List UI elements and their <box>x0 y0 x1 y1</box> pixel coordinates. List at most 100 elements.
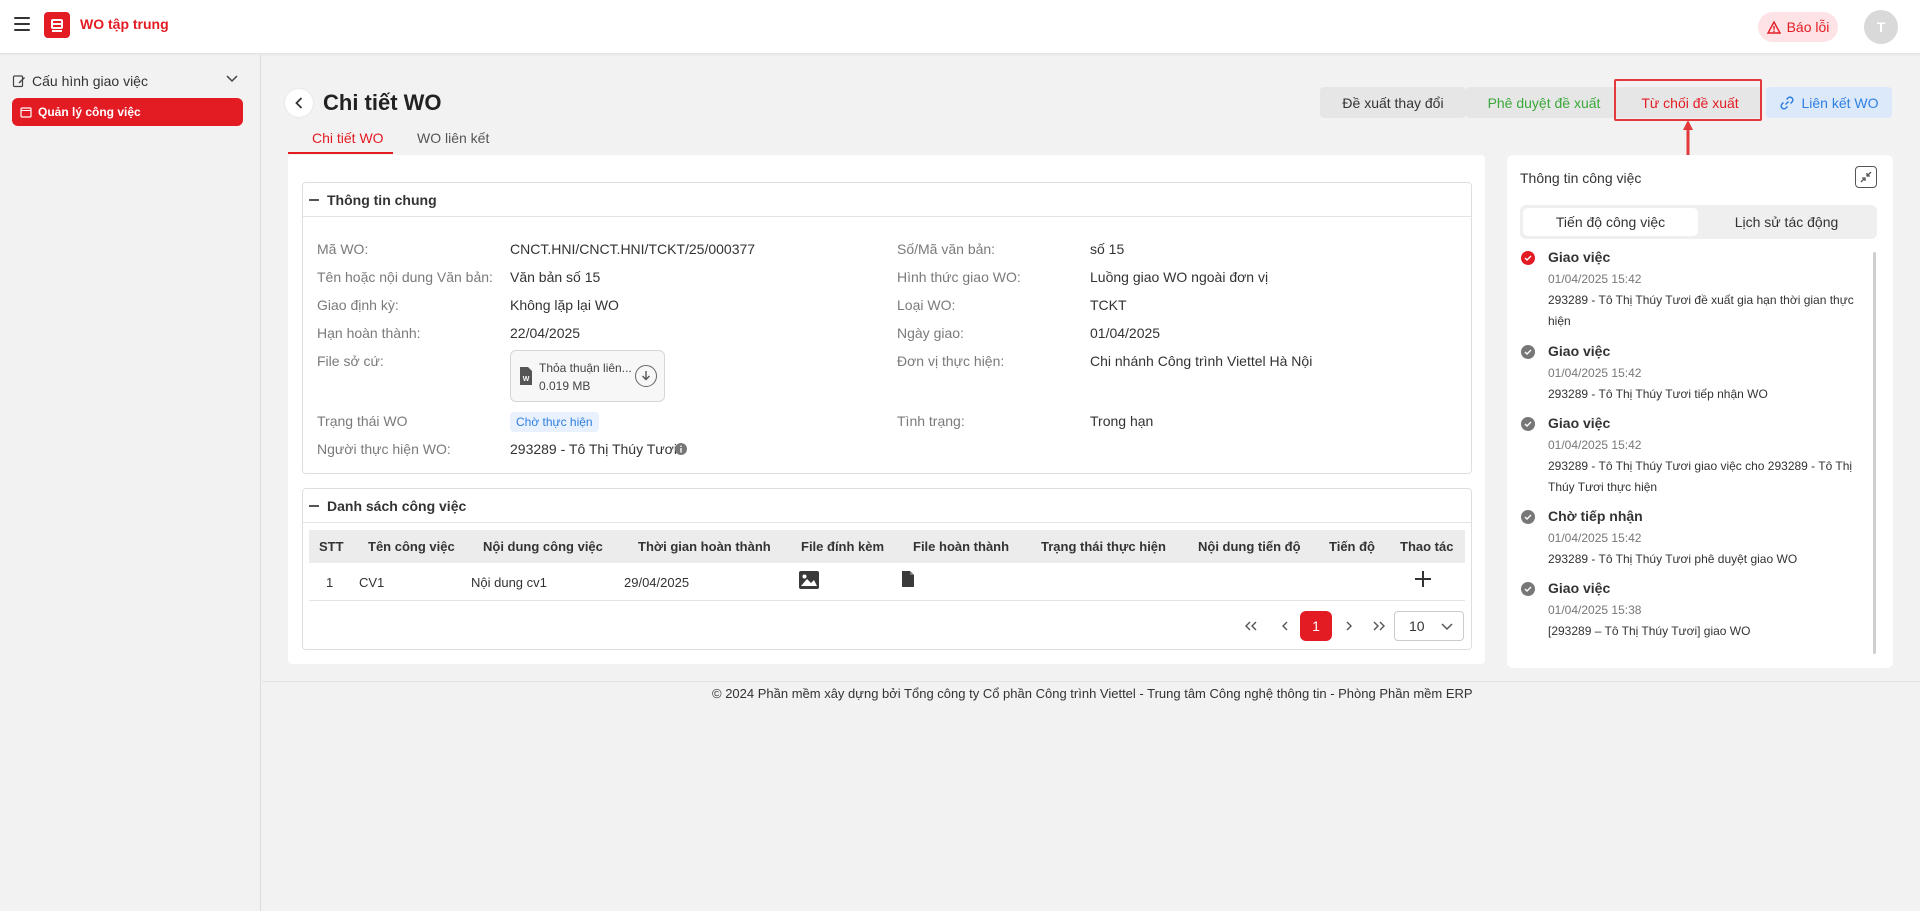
timeline-time: 01/04/2025 15:38 <box>1548 603 1642 617</box>
panel-scrollbar[interactable] <box>1873 252 1876 654</box>
column-header: File đính kèm <box>801 539 885 554</box>
info-label: Tên hoặc nội dung Văn bản: <box>317 269 493 285</box>
first-page-button[interactable] <box>1236 611 1266 641</box>
info-value-periodic: Không lặp lại WO <box>510 297 619 313</box>
section-title: Thông tin chung <box>327 191 437 208</box>
file-icon[interactable] <box>901 570 915 588</box>
user-avatar[interactable]: T <box>1864 10 1898 44</box>
info-label: Tình trạng: <box>897 413 965 429</box>
reject-proposal-button[interactable]: Từ chối đề xuất <box>1618 87 1762 118</box>
chevron-left-icon <box>295 97 303 109</box>
collapse-icon <box>309 198 319 201</box>
info-value-wo-code: CNCT.HNI/CNCT.HNI/TCKT/25/000377 <box>510 241 756 257</box>
footer-text: © 2024 Phần mềm xây dựng bởi Tổng công t… <box>712 686 1473 701</box>
info-value-assignee: 293289 - Tô Thị Thúy Tươi <box>510 441 677 457</box>
task-list-header[interactable]: Danh sách công việc <box>303 489 1471 523</box>
column-header: File hoàn thành <box>913 539 1010 554</box>
info-label: Đơn vị thực hiện: <box>897 353 1005 369</box>
check-circle-icon <box>1521 345 1535 359</box>
sidebar: Cấu hình giao việc Quản lý công việc <box>0 55 261 911</box>
info-label: Hạn hoàn thành: <box>317 325 421 341</box>
cell-stt: 1 <box>326 575 334 590</box>
section-title: Danh sách công việc <box>327 497 467 514</box>
page-size-select[interactable]: 10 <box>1394 611 1464 641</box>
tab-work-progress[interactable]: Tiến độ công việc <box>1523 208 1698 236</box>
top-header: WO tập trung Báo lỗi T <box>0 0 1920 54</box>
chevron-down-icon <box>226 75 238 83</box>
tab-linked-wo[interactable]: WO liên kết <box>417 130 489 146</box>
info-value-assign-date: 01/04/2025 <box>1090 325 1161 341</box>
file-size: 0.019 MB <box>539 379 591 393</box>
calendar-icon <box>20 107 32 118</box>
timeline-title: Giao việc <box>1548 580 1611 596</box>
info-icon[interactable] <box>675 443 687 455</box>
column-header: Nội dung tiến độ <box>1198 539 1301 554</box>
column-header: Nội dung công việc <box>483 539 603 554</box>
info-value-assign-type: Luồng giao WO ngoài đơn vị <box>1090 269 1269 285</box>
attachment-file[interactable]: W Thỏa thuận liên... 0.019 MB <box>510 350 665 402</box>
link-wo-button[interactable]: Liên kết WO <box>1766 87 1892 118</box>
timeline-desc: 293289 - Tô Thị Thúy Tươi giao việc cho … <box>1548 459 1853 494</box>
tab-action-history[interactable]: Lịch sử tác động <box>1699 208 1874 236</box>
download-icon[interactable] <box>635 365 657 387</box>
timeline-desc: 293289 - Tô Thị Thúy Tươi phê duyệt giao… <box>1548 552 1798 566</box>
info-value-doc-name: Văn bản số 15 <box>510 269 601 285</box>
footer-divider <box>262 681 1920 682</box>
timeline-time: 01/04/2025 15:42 <box>1548 366 1642 380</box>
wo-status-badge: Chờ thực hiện <box>510 412 599 432</box>
info-label: Số/Mã văn bản: <box>897 241 996 257</box>
propose-change-button[interactable]: Đề xuất thay đổi <box>1320 87 1466 118</box>
app-title: WO tập trung <box>80 16 169 32</box>
timeline-time: 01/04/2025 15:42 <box>1548 531 1642 545</box>
menu-icon[interactable] <box>14 17 30 31</box>
word-file-icon: W <box>520 367 532 385</box>
svg-text:W: W <box>523 376 530 383</box>
chevron-down-icon <box>1441 623 1453 631</box>
cell-task-content: Nội dung cv1 <box>471 575 547 590</box>
panel-title: Thông tin công việc <box>1520 170 1642 186</box>
cell-deadline: 29/04/2025 <box>624 575 690 590</box>
info-label: Mã WO: <box>317 241 369 257</box>
sidebar-item-task-management[interactable]: Quản lý công việc <box>12 98 243 126</box>
check-circle-icon <box>1521 251 1535 265</box>
check-circle-icon <box>1521 510 1535 524</box>
link-icon <box>1780 95 1795 110</box>
page-title: Chi tiết WO <box>323 90 442 115</box>
warning-icon <box>1766 20 1781 34</box>
collapse-panel-icon[interactable] <box>1855 166 1877 188</box>
info-value-doc-number: số 15 <box>1090 241 1125 257</box>
info-label: Loại WO: <box>897 297 956 313</box>
column-header: Tên công việc <box>368 539 455 554</box>
general-info-header[interactable]: Thông tin chung <box>303 183 1471 217</box>
info-value-deadline: 22/04/2025 <box>510 325 581 341</box>
link-wo-label: Liên kết WO <box>1801 94 1879 111</box>
timeline-title: Giao việc <box>1548 343 1611 359</box>
page-button-current[interactable]: 1 <box>1300 611 1332 641</box>
timeline-desc: [293289 – Tô Thị Thúy Tươi] giao WO <box>1548 624 1751 638</box>
general-info-section: Thông tin chung <box>302 182 1472 474</box>
info-value-condition: Trong hạn <box>1090 413 1154 429</box>
info-label: Trạng thái WO <box>317 413 408 429</box>
prev-page-button[interactable] <box>1270 611 1300 641</box>
next-page-button[interactable] <box>1334 611 1364 641</box>
cell-task-name: CV1 <box>359 575 385 590</box>
timeline-desc: 293289 - Tô Thị Thúy Tươi đề xuất gia hạ… <box>1548 293 1854 328</box>
approve-proposal-button[interactable]: Phê duyệt đề xuất <box>1466 87 1622 118</box>
last-page-button[interactable] <box>1364 611 1394 641</box>
chevron-right-icon <box>1346 621 1352 631</box>
check-circle-icon <box>1521 582 1535 596</box>
back-button[interactable] <box>285 89 313 117</box>
add-icon[interactable] <box>1415 571 1431 587</box>
column-header: STT <box>319 539 344 554</box>
double-chevron-left-icon <box>1245 621 1257 631</box>
panel-tabs: Tiến độ công việc Lịch sử tác động <box>1520 205 1877 239</box>
report-error-button[interactable]: Báo lỗi <box>1758 12 1838 42</box>
sidebar-group-assign-config[interactable]: Cấu hình giao việc <box>12 69 242 93</box>
sidebar-group-label: Cấu hình giao việc <box>32 73 148 89</box>
tab-wo-detail[interactable]: Chi tiết WO <box>312 130 384 146</box>
report-error-label: Báo lỗi <box>1786 19 1830 35</box>
table-row[interactable]: 1 CV1 Nội dung cv1 29/04/2025 <box>309 563 1465 601</box>
info-label: Hình thức giao WO: <box>897 269 1021 285</box>
timeline-title: Chờ tiếp nhận <box>1548 508 1643 524</box>
image-icon[interactable] <box>798 570 820 590</box>
